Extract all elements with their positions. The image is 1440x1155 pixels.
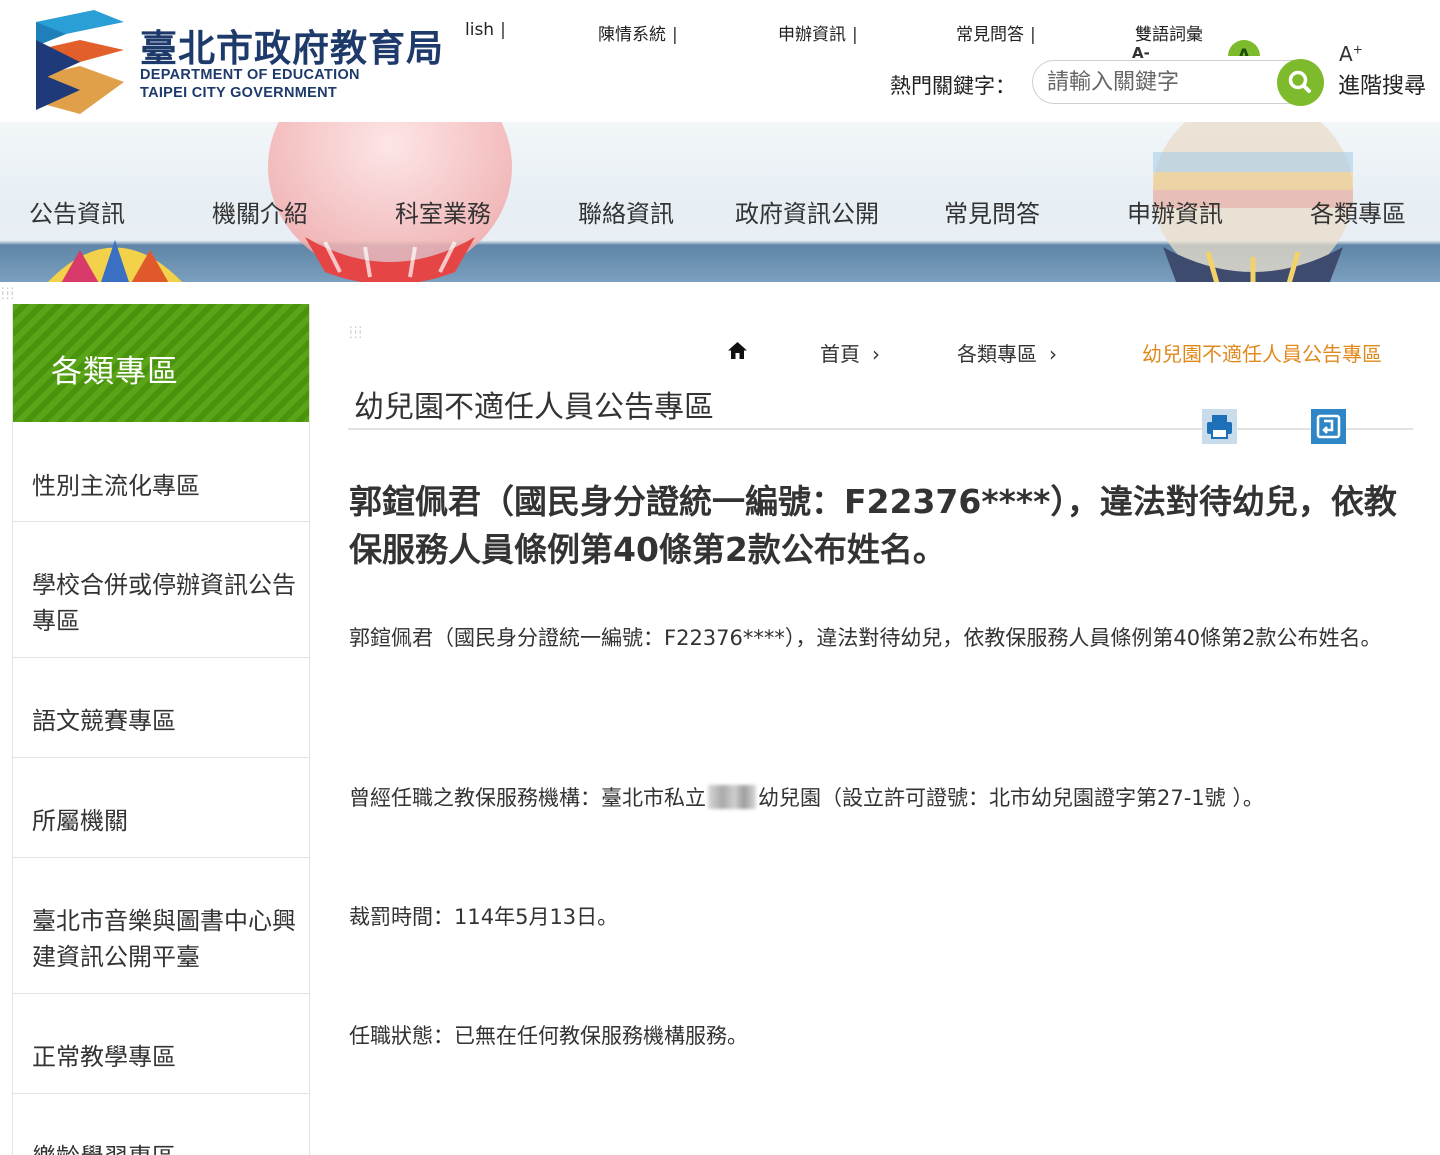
breadcrumb-label: 各類專區: [957, 342, 1037, 366]
nav-contact[interactable]: 聯絡資訊: [578, 194, 674, 229]
home-icon[interactable]: [728, 342, 747, 359]
sidebar: 各類專區 性別主流化專區 學校合併或停辦資訊公告專區 語文競賽專區 所屬機關 臺…: [12, 304, 310, 1155]
toplink-faq[interactable]: 常見問答 |: [956, 20, 1036, 45]
print-button[interactable]: [1202, 409, 1237, 444]
breadcrumb-home[interactable]: 首頁 ›: [820, 338, 880, 367]
sidebar-item-label: 學校合併或停辦資訊公告專區: [32, 571, 296, 635]
sidebar-title: 各類專區: [51, 354, 179, 390]
page-title: 幼兒園不適任人員公告專區: [354, 390, 714, 425]
back-button[interactable]: [1311, 409, 1346, 444]
advanced-search-link[interactable]: 進階搜尋: [1338, 68, 1426, 100]
site-title-en: DEPARTMENT OF EDUCATION TAIPEI CITY GOVE…: [140, 66, 360, 102]
breadcrumb-label: 首頁: [820, 342, 860, 366]
separator: |: [852, 25, 858, 45]
divider: [348, 428, 1413, 430]
nav-faq[interactable]: 常見問答: [944, 194, 1040, 229]
font-size-increase-button[interactable]: A+: [1339, 42, 1363, 66]
nav-open-government[interactable]: 政府資訊公開: [735, 194, 879, 229]
toplink-label: 常見問答: [956, 25, 1024, 45]
chevron-right-icon: ›: [1049, 342, 1057, 366]
sidebar-item-label: 臺北市音樂與圖書中心興建資訊公開平臺: [32, 907, 296, 971]
nav-divisions[interactable]: 科室業務: [395, 194, 491, 229]
plus-icon: +: [1352, 42, 1363, 57]
toplink-label: 雙語詞彙: [1135, 25, 1203, 45]
nav-about[interactable]: 機關介紹: [212, 194, 308, 229]
breadcrumb-special-zones[interactable]: 各類專區 ›: [957, 338, 1057, 367]
paragraph-text: 曾經任職之教保服務機構：臺北市私立: [349, 786, 706, 810]
toplink-petition[interactable]: 陳情系統 |: [598, 20, 678, 45]
article-paragraph: 曾經任職之教保服務機構：臺北市私立 幼兒園（設立許可證號：北市幼兒園證字第27-1…: [349, 778, 1264, 818]
search-button[interactable]: [1277, 59, 1324, 106]
sidebar-header: 各類專區: [13, 304, 309, 422]
font-size-increase-label: A: [1339, 42, 1353, 66]
sidebar-item-normal-teaching[interactable]: 正常教學專區: [13, 994, 309, 1094]
hot-keyword-label: 熱門關鍵字：: [890, 74, 1016, 98]
chevron-right-icon: ›: [872, 342, 880, 366]
toplink-label: 申辦資訊: [778, 25, 846, 45]
sidebar-item-label: 性別主流化專區: [32, 472, 200, 500]
paragraph-text: 幼兒園（設立許可證號：北市幼兒園證字第27-1號 ）。: [758, 786, 1264, 810]
article-paragraph: 任職狀態：已無在任何教保服務機構服務。: [349, 1024, 748, 1048]
toplink-bilingual-glossary[interactable]: 雙語詞彙: [1135, 20, 1203, 45]
nav-announcements[interactable]: 公告資訊: [29, 194, 125, 229]
toplink-services[interactable]: 申辦資訊 |: [778, 20, 858, 45]
article-headline: 郭鍹佩君（國民身分證統一編號：F22376****），違法對待幼兒，依教保服務人…: [349, 482, 1397, 569]
sidebar-item-gender-mainstreaming[interactable]: 性別主流化專區: [13, 422, 309, 522]
toplink-label: 陳情系統: [598, 25, 666, 45]
site-header: 臺北市政府教育局 DEPARTMENT OF EDUCATION TAIPEI …: [0, 0, 1440, 122]
sidebar-item-label: 所屬機關: [32, 807, 128, 835]
separator: |: [1030, 25, 1036, 45]
redacted-name: [708, 785, 756, 809]
separator: |: [672, 25, 678, 45]
sidebar-item-label: 樂齡學習專區: [32, 1139, 176, 1155]
article-paragraph: 郭鍹佩君（國民身分證統一編號：F22376****），違法對待幼兒，依教保服務人…: [349, 626, 1382, 650]
sidebar-item-language-contest[interactable]: 語文競賽專區: [13, 658, 309, 758]
article-paragraph: 裁罰時間：114年5月13日。: [349, 905, 619, 929]
printer-icon: [1202, 409, 1237, 444]
sidebar-item-music-library-center[interactable]: 臺北市音樂與圖書中心興建資訊公開平臺: [13, 858, 309, 994]
toplink-english[interactable]: lish |: [465, 20, 506, 40]
department-logo[interactable]: [36, 10, 124, 114]
font-size-decrease-button[interactable]: A-: [1132, 44, 1150, 58]
accesskey-marker[interactable]: ::::::: [1, 284, 15, 301]
sidebar-item-label: 正常教學專區: [32, 1043, 176, 1071]
sidebar-item-senior-learning[interactable]: 樂齡學習專區: [13, 1094, 309, 1155]
separator: |: [500, 20, 506, 40]
back-arrow-icon: [1311, 409, 1346, 444]
breadcrumb-current: 幼兒園不適任人員公告專區: [1142, 342, 1382, 366]
sidebar-item-label: 語文競賽專區: [32, 707, 176, 735]
main-nav: 公告資訊 機關介紹 科室業務 聯絡資訊 政府資訊公開 常見問答 申辦資訊 各類專…: [0, 122, 1440, 248]
sidebar-item-affiliated-agencies[interactable]: 所屬機關: [13, 758, 309, 858]
site-title: 臺北市政府教育局: [140, 27, 444, 70]
sidebar-item-school-merger[interactable]: 學校合併或停辦資訊公告專區: [13, 522, 309, 658]
site-title-en-line2: TAIPEI CITY GOVERNMENT: [140, 85, 337, 101]
banner: 公告資訊 機關介紹 科室業務 聯絡資訊 政府資訊公開 常見問答 申辦資訊 各類專…: [0, 122, 1440, 282]
nav-special-zones[interactable]: 各類專區: [1310, 194, 1406, 229]
nav-services[interactable]: 申辦資訊: [1127, 194, 1223, 229]
magnifier-icon: [1288, 70, 1311, 93]
toplink-label: lish: [465, 20, 495, 40]
site-title-en-line1: DEPARTMENT OF EDUCATION: [140, 67, 360, 83]
accesskey-marker[interactable]: ::::::: [349, 323, 363, 340]
search-input[interactable]: [1047, 67, 1277, 97]
